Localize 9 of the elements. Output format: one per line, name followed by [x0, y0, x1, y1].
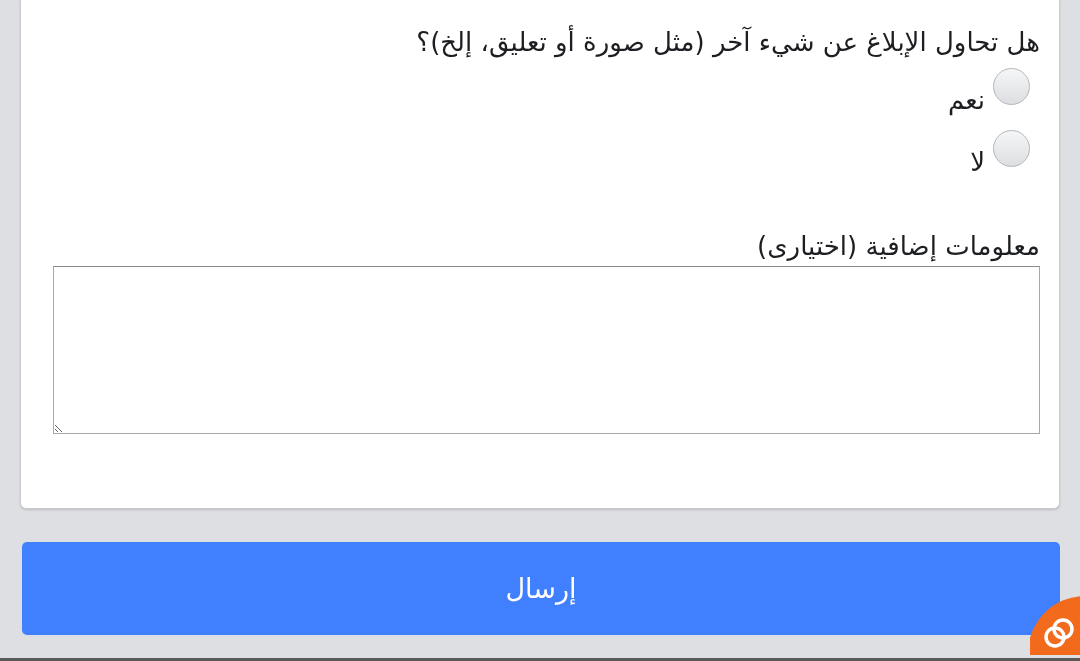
floating-rings-icon[interactable] [1030, 595, 1080, 655]
radio-button[interactable] [993, 130, 1030, 167]
submit-button[interactable]: إرسال [22, 542, 1060, 635]
field-label: معلومات إضافية (اختيارى) [757, 230, 1040, 264]
option-label: لا [970, 146, 985, 179]
question-text: هل تحاول الإبلاغ عن شيء آخر (مثل صورة أو تعليق، إلخ)؟ [415, 24, 1040, 60]
option-label: نعم [947, 84, 985, 118]
additional-info-field[interactable] [53, 266, 1040, 434]
radio-button[interactable] [993, 68, 1030, 105]
